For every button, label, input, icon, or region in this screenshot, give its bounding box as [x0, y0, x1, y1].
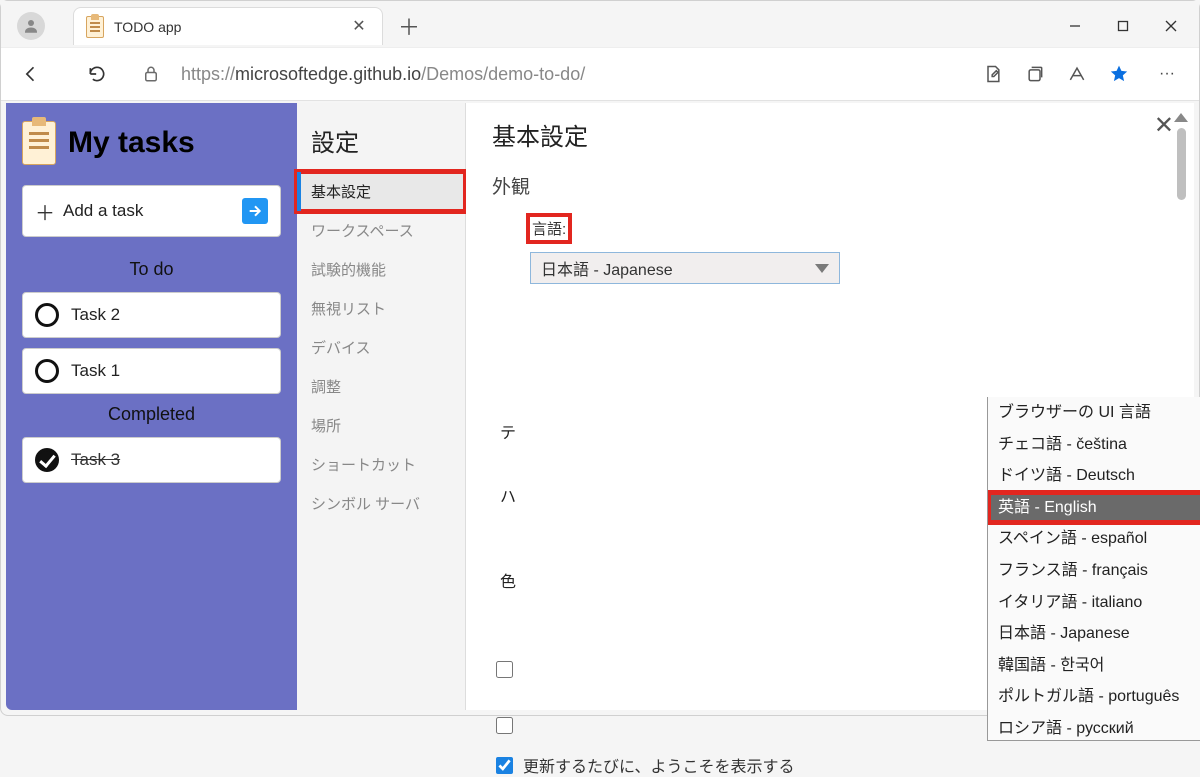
appearance-heading: 外観: [492, 172, 1168, 199]
plus-icon: ＋: [35, 197, 53, 226]
url-text: https:// microsoftedge.github.io /Demos/…: [181, 64, 585, 85]
nav-item-locations[interactable]: 場所: [297, 406, 465, 445]
todo-title: My tasks: [68, 126, 195, 160]
settings-heading: 設定: [297, 115, 465, 172]
new-tab-button[interactable]: ＋: [389, 8, 429, 44]
profile-avatar[interactable]: [17, 12, 45, 40]
lang-option-ko[interactable]: 韓国語 - 한국어: [988, 650, 1200, 682]
lang-option-pt[interactable]: ポルトガル語 - português: [988, 681, 1200, 713]
favorite-star-icon[interactable]: [1101, 56, 1137, 92]
lang-option-en[interactable]: 英語 - English: [988, 492, 1200, 524]
lang-option-it[interactable]: イタリア語 - italiano: [988, 587, 1200, 619]
settings-pane: ✕ 基本設定 外観 言語: 日本語 - Japanese テ ハ 色 、パネル …: [466, 103, 1194, 710]
task-label: Task 1: [71, 361, 120, 381]
checkbox-row[interactable]: [496, 717, 523, 734]
lock-icon: [135, 64, 167, 84]
nav-item-preferences[interactable]: 基本設定: [297, 172, 465, 211]
browser-tab[interactable]: TODO app ✕: [73, 7, 383, 45]
close-window-button[interactable]: [1147, 6, 1195, 46]
url-field[interactable]: https:// microsoftedge.github.io /Demos/…: [125, 55, 965, 93]
obscured-text: 色: [500, 568, 516, 592]
obscured-text: テ: [500, 419, 516, 443]
checkbox-row[interactable]: [496, 661, 523, 678]
address-bar: https:// microsoftedge.github.io /Demos/…: [1, 47, 1199, 101]
add-task-input[interactable]: ＋ Add a task: [22, 185, 281, 237]
scroll-up-icon[interactable]: [1174, 113, 1188, 122]
more-menu-button[interactable]: ···: [1147, 54, 1187, 94]
task-checkbox-checked[interactable]: [35, 448, 59, 472]
language-select[interactable]: 日本語 - Japanese: [530, 252, 840, 284]
language-label: 言語:: [530, 217, 568, 240]
nav-item-symbolserver[interactable]: シンボル サーバ: [297, 484, 465, 523]
lang-option-de[interactable]: ドイツ語 - Deutsch: [988, 460, 1200, 492]
lang-option-browser[interactable]: ブラウザーの UI 言語: [988, 397, 1200, 429]
task-item-done[interactable]: Task 3: [22, 437, 281, 483]
pane-title: 基本設定: [492, 117, 1168, 152]
task-checkbox[interactable]: [35, 303, 59, 327]
browser-chrome: TODO app ✕ ＋ https:// microsoftedge.gith…: [1, 1, 1199, 101]
nav-item-ignorelist[interactable]: 無視リスト: [297, 289, 465, 328]
url-scheme: https://: [181, 64, 235, 85]
clipboard-icon: [86, 16, 104, 38]
url-path: /Demos/demo-to-do/: [421, 64, 585, 85]
maximize-button[interactable]: [1099, 6, 1147, 46]
lang-option-es[interactable]: スペイン語 - español: [988, 523, 1200, 555]
todo-panel: My tasks ＋ Add a task To do Task 2 Task …: [6, 103, 297, 710]
titlebar: TODO app ✕ ＋: [1, 1, 1199, 47]
task-label: Task 2: [71, 305, 120, 325]
edit-page-icon[interactable]: [975, 56, 1011, 92]
reader-icon[interactable]: [1059, 56, 1095, 92]
nav-item-workspace[interactable]: ワークスペース: [297, 211, 465, 250]
task-item[interactable]: Task 2: [22, 292, 281, 338]
task-checkbox[interactable]: [35, 359, 59, 383]
checkbox[interactable]: [496, 717, 513, 734]
section-completed: Completed: [22, 404, 281, 425]
back-button[interactable]: [13, 56, 49, 92]
language-dropdown[interactable]: ブラウザーの UI 言語 チェコ語 - čeština ドイツ語 - Deuts…: [987, 397, 1200, 741]
minimize-button[interactable]: [1051, 6, 1099, 46]
tab-close-button[interactable]: ✕: [350, 19, 368, 35]
checkbox[interactable]: [496, 757, 513, 774]
scroll-thumb[interactable]: [1177, 128, 1186, 200]
section-todo: To do: [22, 259, 281, 280]
lang-option-ja[interactable]: 日本語 - Japanese: [988, 618, 1200, 650]
lang-option-fr[interactable]: フランス語 - français: [988, 555, 1200, 587]
checkbox-label: 更新するたびに、ようこそを表示する: [523, 753, 795, 777]
settings-nav: 設定 基本設定 ワークスペース 試験的機能 無視リスト デバイス 調整 場所 シ…: [297, 103, 466, 710]
task-item[interactable]: Task 1: [22, 348, 281, 394]
page-content: My tasks ＋ Add a task To do Task 2 Task …: [6, 103, 1194, 710]
lang-option-cs[interactable]: チェコ語 - čeština: [988, 429, 1200, 461]
checkbox[interactable]: [496, 661, 513, 678]
lang-option-ru[interactable]: ロシア語 - русский: [988, 713, 1200, 741]
window-controls: [1051, 6, 1195, 46]
task-label: Task 3: [71, 450, 120, 470]
nav-item-devices[interactable]: デバイス: [297, 328, 465, 367]
checkbox-row-welcome[interactable]: 更新するたびに、ようこそを表示する: [496, 753, 795, 777]
chevron-down-icon: [815, 264, 829, 273]
nav-item-shortcuts[interactable]: ショートカット: [297, 445, 465, 484]
collections-icon[interactable]: [1017, 56, 1053, 92]
url-host: microsoftedge.github.io: [235, 64, 421, 85]
tab-title: TODO app: [114, 19, 340, 35]
nav-item-experiments[interactable]: 試験的機能: [297, 250, 465, 289]
language-select-value: 日本語 - Japanese: [541, 256, 673, 280]
submit-task-button[interactable]: [242, 198, 268, 224]
obscured-text: ハ: [500, 483, 516, 507]
clipboard-icon: [22, 121, 56, 165]
reload-button[interactable]: [79, 56, 115, 92]
add-task-placeholder: Add a task: [63, 201, 232, 221]
nav-item-throttling[interactable]: 調整: [297, 367, 465, 406]
